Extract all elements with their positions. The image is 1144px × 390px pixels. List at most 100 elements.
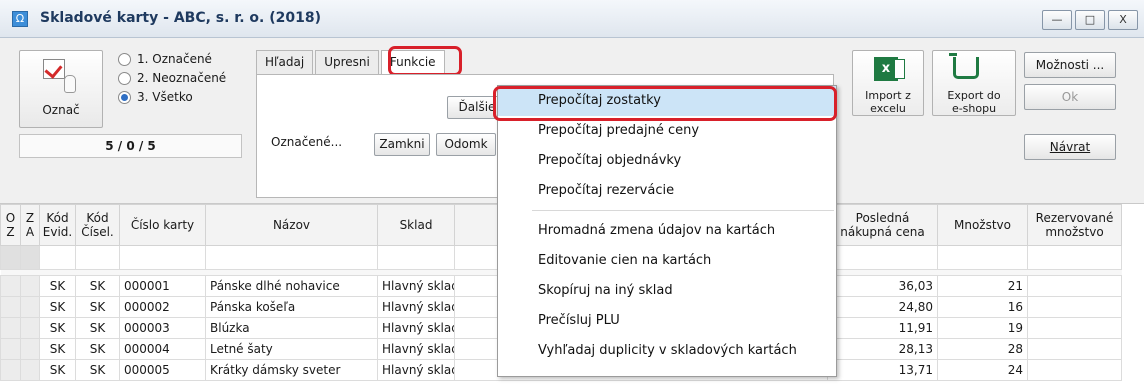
oznac-button[interactable]: Označ — [19, 50, 103, 128]
cell-nazov: Pánska košeľa — [205, 296, 378, 318]
filter-cell[interactable] — [1027, 245, 1122, 270]
cell-kod-cisel: SK — [75, 338, 120, 360]
cell-sklad: Hlavný sklad — [377, 317, 455, 339]
radio-vsetko[interactable]: 3. Všetko — [118, 90, 193, 104]
oz-cell — [0, 359, 21, 381]
filter-cell[interactable] — [39, 245, 76, 270]
filter-cell[interactable] — [119, 245, 206, 270]
cell-posledna-cena: 28,13 — [827, 338, 938, 360]
moznosti-button[interactable]: Možnosti ... — [1024, 52, 1116, 78]
cell-cislo-karty: 000001 — [119, 275, 206, 297]
export-label: Export do e-shopu — [947, 89, 1001, 115]
cell-cislo-karty: 000004 — [119, 338, 206, 360]
tab-upresni[interactable]: Upresni — [315, 50, 379, 74]
maximize-button[interactable]: □ — [1075, 10, 1105, 30]
column-header[interactable]: Z A — [20, 204, 40, 246]
close-button[interactable]: X — [1108, 10, 1138, 30]
import-label: Import z excelu — [865, 89, 911, 115]
checkbox-check-icon — [43, 59, 65, 79]
filter-cell[interactable] — [937, 245, 1028, 270]
menu-item-prepocitaj-rezervacie[interactable]: Prepočítaj rezervácie — [498, 176, 836, 206]
cell-kod-evid: SK — [39, 338, 76, 360]
za-cell — [20, 296, 40, 318]
cell-kod-cisel: SK — [75, 296, 120, 318]
cell-posledna-cena: 36,03 — [827, 275, 938, 297]
za-cell — [20, 359, 40, 381]
filter-cell — [20, 245, 40, 270]
navrat-button[interactable]: Návrat — [1024, 134, 1116, 160]
filter-cell[interactable] — [377, 245, 455, 270]
oz-cell — [0, 338, 21, 360]
column-header[interactable]: Kód Čísel. — [75, 204, 120, 246]
oz-cell — [0, 296, 21, 318]
cell-kod-evid: SK — [39, 296, 76, 318]
oznac-label: Označ — [42, 103, 80, 117]
oz-cell — [0, 275, 21, 297]
cell-kod-cisel: SK — [75, 275, 120, 297]
cell-mnozstvo: 24 — [937, 359, 1028, 381]
menu-highlight-annotation — [493, 86, 837, 121]
cell-cislo-karty: 000002 — [119, 296, 206, 318]
menu-item-precisluj-plu[interactable]: Prečísluj PLU — [498, 306, 836, 336]
cell-mnozstvo: 21 — [937, 275, 1028, 297]
cell-cislo-karty: 000003 — [119, 317, 206, 339]
cell-posledna-cena: 24,80 — [827, 296, 938, 318]
menu-item-skopiruj-na-iny-sklad[interactable]: Skopíruj na iný sklad — [498, 276, 836, 306]
tab-hladaj[interactable]: Hľadaj — [256, 50, 314, 74]
cell-nazov: Pánske dlhé nohavice — [205, 275, 378, 297]
cell-rezervovane — [1027, 359, 1122, 381]
cell-kod-evid: SK — [39, 359, 76, 381]
cell-nazov: Blúzka — [205, 317, 378, 339]
column-header[interactable]: Rezervované množstvo — [1027, 204, 1122, 246]
column-header[interactable]: Číslo karty — [119, 204, 206, 246]
radio-circle-selected[interactable] — [118, 90, 131, 104]
cell-nazov: Letné šaty — [205, 338, 378, 360]
column-header[interactable]: Názov — [205, 204, 378, 246]
cell-rezervovane — [1027, 296, 1122, 318]
cell-mnozstvo: 28 — [937, 338, 1028, 360]
cell-kod-evid: SK — [39, 317, 76, 339]
column-header[interactable]: Posledná nákupná cena — [827, 204, 938, 246]
cell-rezervovane — [1027, 275, 1122, 297]
cell-posledna-cena: 13,71 — [827, 359, 938, 381]
radio-label: 1. Označené — [137, 52, 212, 66]
menu-item-editovanie-cien[interactable]: Editovanie cien na kartách — [498, 246, 836, 276]
cell-sklad: Hlavný sklad — [377, 275, 455, 297]
radio-oznacene[interactable]: 1. Označené — [118, 52, 212, 66]
zamkni-button[interactable]: Zamkni — [374, 133, 430, 156]
cell-rezervovane — [1027, 338, 1122, 360]
shopping-cart-icon — [949, 53, 979, 79]
oz-cell — [0, 317, 21, 339]
menu-item-vyhladaj-duplicity[interactable]: Vyhľadaj duplicity v skladových kartách — [498, 336, 836, 366]
radio-circle[interactable] — [118, 71, 131, 85]
filter-cell[interactable] — [827, 245, 938, 270]
cell-cislo-karty: 000005 — [119, 359, 206, 381]
cell-mnozstvo: 16 — [937, 296, 1028, 318]
cell-kod-cisel: SK — [75, 317, 120, 339]
filter-cell[interactable] — [205, 245, 378, 270]
filter-cell[interactable] — [75, 245, 120, 270]
import-excel-button[interactable]: x Import z excelu — [852, 50, 924, 116]
column-header[interactable]: Kód Evid. — [39, 204, 76, 246]
menu-item-hromadna-zmena[interactable]: Hromadná zmena údajov na kartách — [498, 216, 836, 246]
column-header[interactable]: Množstvo — [937, 204, 1028, 246]
column-header[interactable]: Sklad — [377, 204, 455, 246]
cell-kod-cisel: SK — [75, 359, 120, 381]
cell-nazov: Krátky dámsky sveter — [205, 359, 378, 381]
funkcie-dropdown-menu: Prepočítaj zostatky Prepočítaj predajné … — [497, 85, 837, 377]
za-cell — [20, 317, 40, 339]
cell-sklad: Hlavný sklad — [377, 359, 455, 381]
radio-label: 2. Neoznačené — [137, 71, 227, 85]
minimize-button[interactable]: — — [1042, 10, 1072, 30]
export-eshop-button[interactable]: Export do e-shopu — [932, 50, 1016, 116]
radio-neoznacene[interactable]: 2. Neoznačené — [118, 71, 226, 85]
oznacene-label: Označené... — [271, 135, 343, 149]
menu-item-prepocitaj-objednavky[interactable]: Prepočítaj objednávky — [498, 146, 836, 176]
cell-posledna-cena: 11,91 — [827, 317, 938, 339]
ok-button[interactable]: Ok — [1024, 84, 1116, 110]
app-icon: Ω — [12, 11, 28, 27]
pointer-hand-icon — [64, 75, 76, 93]
radio-circle[interactable] — [118, 52, 131, 66]
odomkni-button[interactable]: Odomk — [436, 133, 496, 156]
column-header[interactable]: O Z — [0, 204, 21, 246]
